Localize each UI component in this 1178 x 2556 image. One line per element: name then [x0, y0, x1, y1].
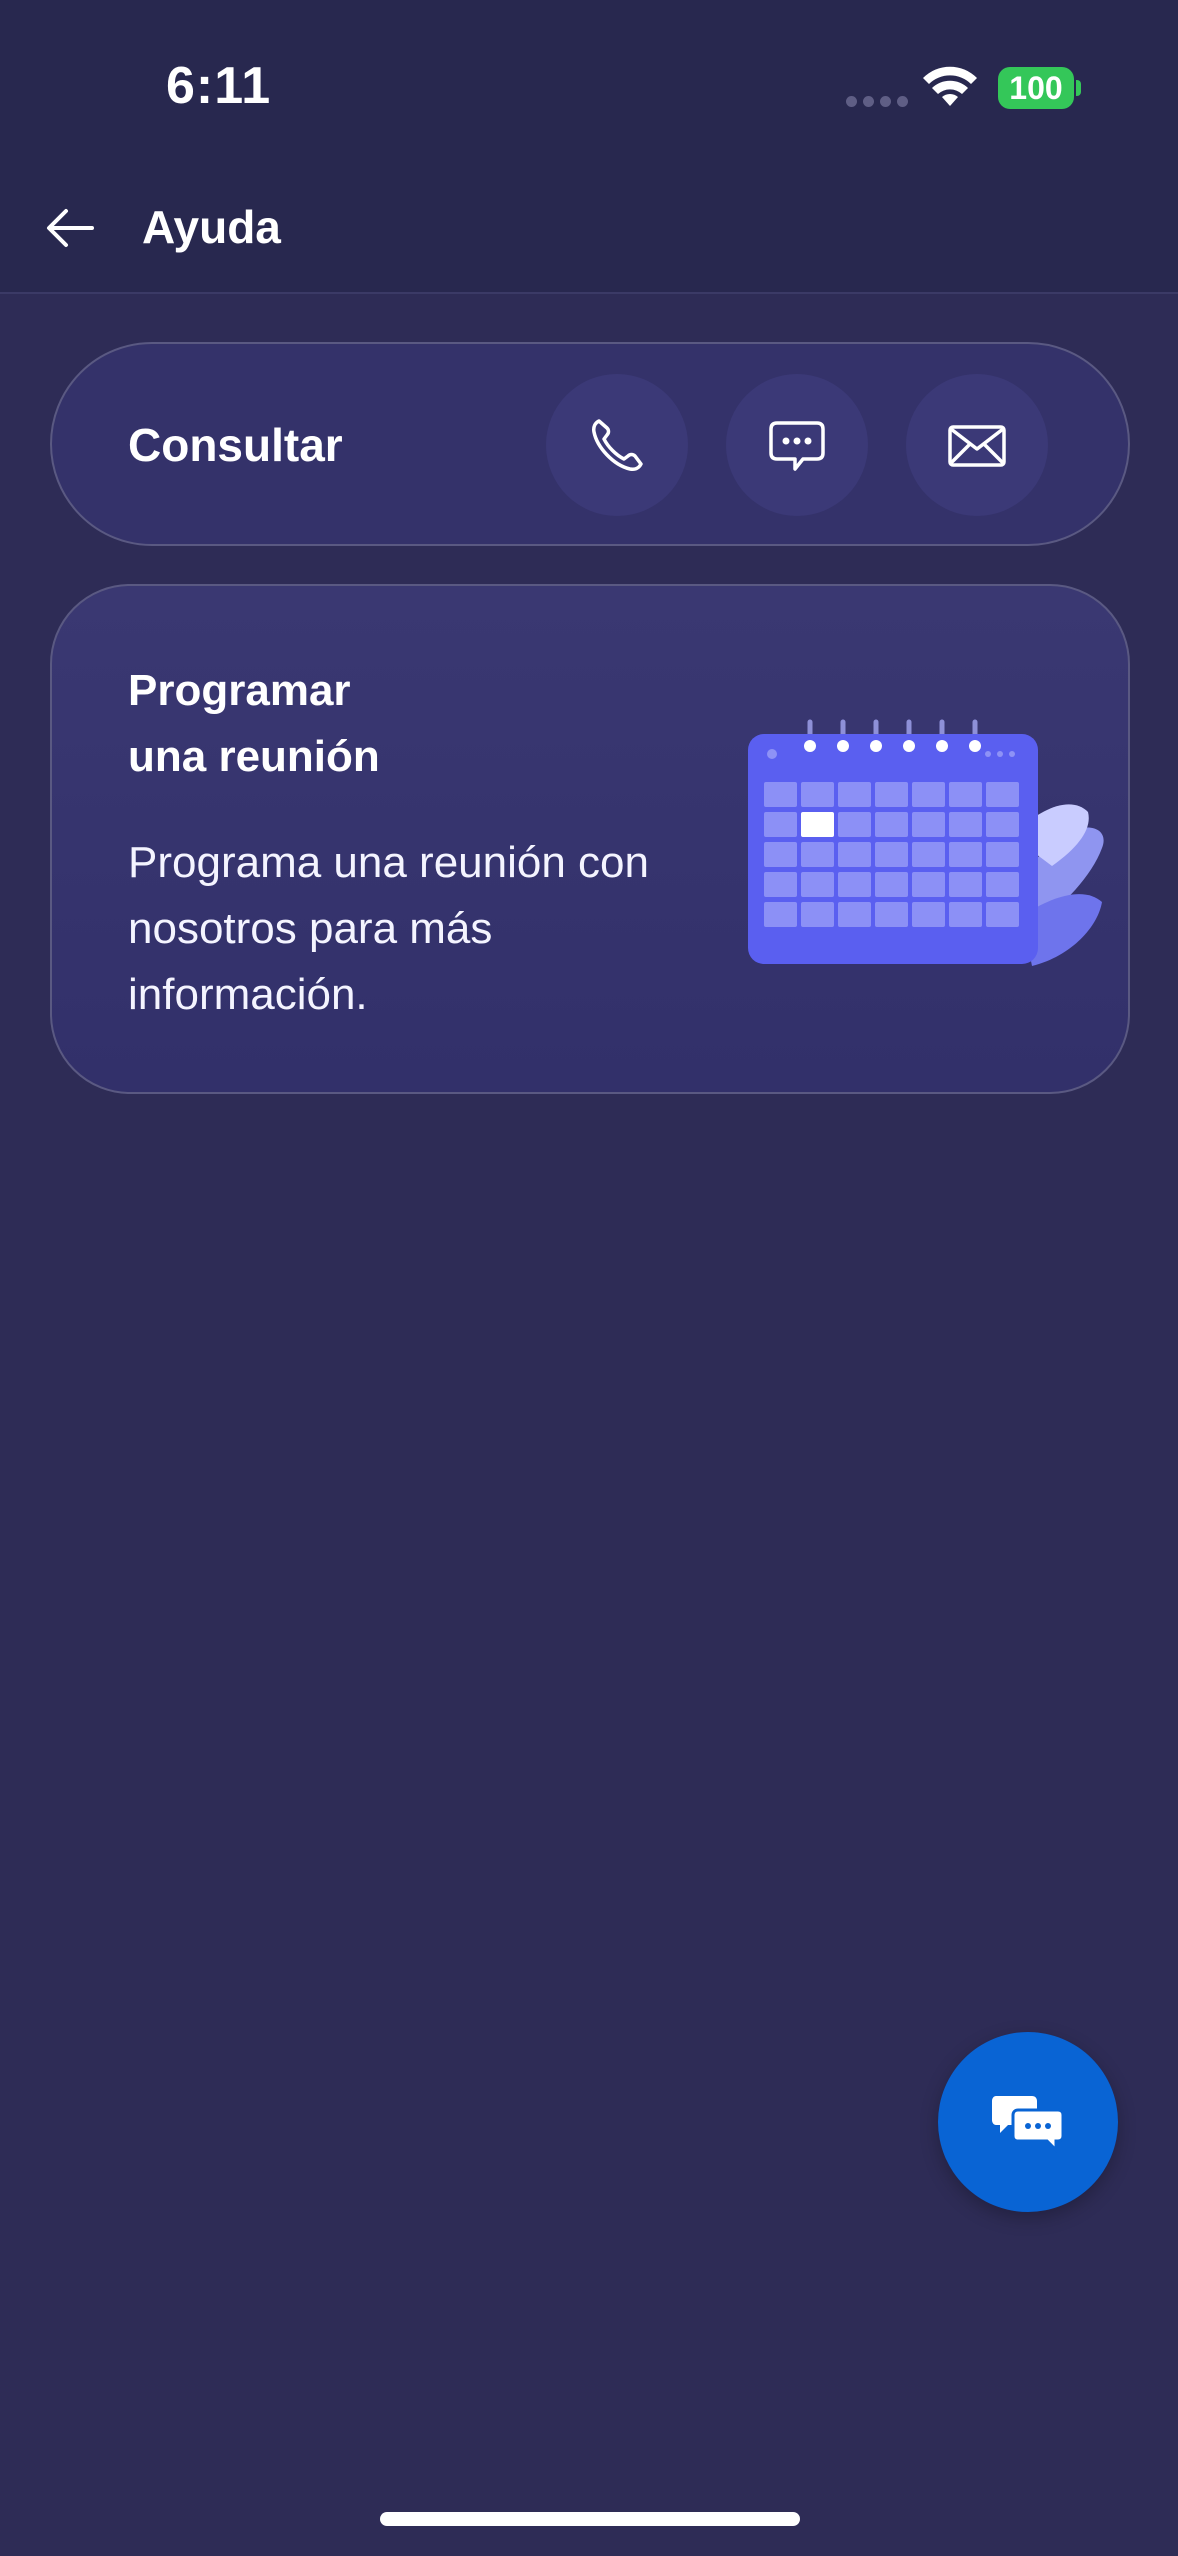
meeting-title-line1: Programar — [128, 666, 351, 715]
consult-card: Consultar — [50, 342, 1130, 546]
page-title: Ayuda — [142, 201, 281, 253]
calendar-icon — [748, 719, 1104, 966]
email-button[interactable] — [906, 374, 1048, 516]
help-screen: 6:11 100 Ayuda Consultar Programar una r… — [0, 0, 1178, 2556]
status-time: 6:11 — [166, 57, 272, 115]
battery-tip — [1076, 80, 1081, 96]
arrow-left-icon — [47, 209, 94, 247]
meeting-title-line2: una reunión — [128, 732, 380, 781]
consult-label: Consultar — [128, 419, 343, 471]
cellular-signal-icon — [846, 96, 908, 107]
battery-icon: 100 — [998, 67, 1074, 109]
home-indicator — [380, 2512, 800, 2526]
meeting-title: Programar una reunión — [128, 658, 488, 790]
wifi-icon — [923, 66, 977, 106]
mail-icon — [948, 425, 1006, 467]
schedule-meeting-card[interactable]: Programar una reunión Programa una reuni… — [50, 584, 1130, 1094]
phone-icon — [592, 419, 643, 471]
message-button[interactable] — [726, 374, 868, 516]
call-button[interactable] — [546, 374, 688, 516]
meeting-description: Programa una reunión con nosotros para m… — [128, 838, 649, 1019]
back-button[interactable] — [38, 196, 102, 260]
chat-fab-button[interactable] — [938, 2032, 1118, 2212]
chat-bubbles-icon — [992, 2096, 1064, 2154]
message-dots-icon — [769, 421, 825, 471]
